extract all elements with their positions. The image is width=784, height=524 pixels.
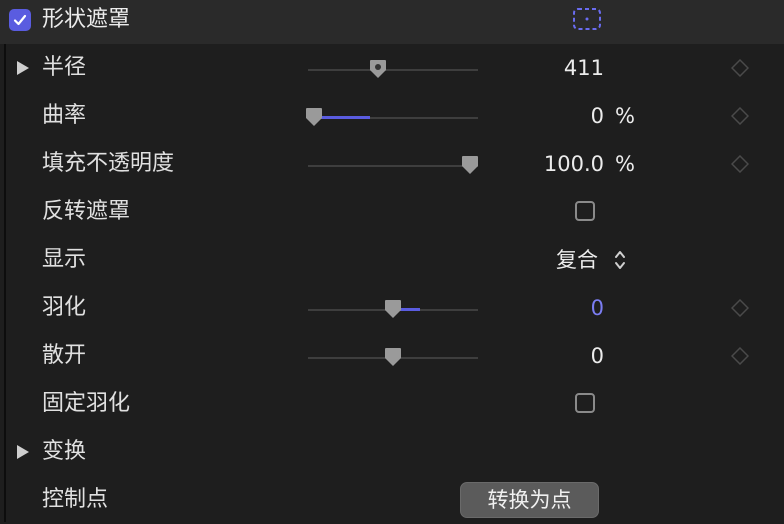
feather-slider-knob[interactable] xyxy=(384,299,402,319)
feather-label: 羽化 xyxy=(42,295,87,320)
falloff-slider-knob[interactable] xyxy=(384,347,402,367)
display-label: 显示 xyxy=(42,247,87,272)
falloff-value[interactable]: 0 xyxy=(591,341,604,371)
keyframe-diamond-icon[interactable] xyxy=(731,299,749,317)
fixed-feather-checkbox[interactable] xyxy=(575,393,595,413)
control-points-label: 控制点 xyxy=(42,487,109,512)
radius-value[interactable]: 411 xyxy=(564,53,604,83)
shape-mask-inspector: 形状遮罩 半径 411 曲率 0 % 填充不透明度 100.0 % 反转遮罩 显… xyxy=(0,0,784,522)
fixed-feather-label: 固定羽化 xyxy=(42,391,131,416)
fill-opacity-row: 填充不透明度 100.0 % xyxy=(0,140,784,188)
fill-opacity-slider-track[interactable] xyxy=(308,165,478,167)
invert-mask-label: 反转遮罩 xyxy=(42,199,131,224)
keyframe-diamond-icon[interactable] xyxy=(731,155,749,173)
keyframe-diamond-icon[interactable] xyxy=(731,59,749,77)
radius-row: 半径 411 xyxy=(0,44,784,92)
curvature-label: 曲率 xyxy=(42,103,87,128)
invert-mask-checkbox[interactable] xyxy=(575,201,595,221)
control-points-row: 控制点 转换为点 xyxy=(0,476,784,524)
section-title: 形状遮罩 xyxy=(42,7,131,32)
radius-slider-knob[interactable] xyxy=(369,59,387,79)
keyframe-diamond-icon[interactable] xyxy=(731,347,749,365)
feather-value[interactable]: 0 xyxy=(591,293,604,323)
fill-opacity-slider-knob[interactable] xyxy=(461,155,479,175)
disclosure-triangle-icon[interactable] xyxy=(16,60,30,76)
curvature-slider-knob[interactable] xyxy=(305,107,323,127)
fixed-feather-row: 固定羽化 xyxy=(0,380,784,428)
radius-slider-track[interactable] xyxy=(308,69,478,71)
section-header: 形状遮罩 xyxy=(0,0,784,44)
fill-opacity-unit: % xyxy=(615,152,635,176)
convert-to-points-button[interactable]: 转换为点 xyxy=(460,482,599,518)
curvature-slider-fill xyxy=(316,116,370,119)
curvature-row: 曲率 0 % xyxy=(0,92,784,140)
falloff-label: 散开 xyxy=(42,343,87,368)
transform-label: 变换 xyxy=(42,439,87,464)
enable-checkbox[interactable] xyxy=(9,9,31,31)
fill-opacity-label: 填充不透明度 xyxy=(42,151,175,176)
display-popup-value[interactable]: 复合 xyxy=(556,245,598,275)
falloff-row: 散开 0 xyxy=(0,332,784,380)
shape-mask-icon[interactable] xyxy=(572,6,602,32)
display-row: 显示 复合 xyxy=(0,236,784,284)
curvature-value[interactable]: 0 xyxy=(591,101,604,131)
transform-row: 变换 xyxy=(0,428,784,476)
keyframe-diamond-icon[interactable] xyxy=(731,107,749,125)
disclosure-triangle-icon[interactable] xyxy=(16,444,30,460)
checkmark-icon xyxy=(13,14,27,26)
radius-label: 半径 xyxy=(42,55,87,80)
invert-mask-row: 反转遮罩 xyxy=(0,188,784,236)
curvature-unit: % xyxy=(615,104,635,128)
fill-opacity-value[interactable]: 100.0 xyxy=(544,149,604,179)
popup-arrows-icon[interactable] xyxy=(613,249,627,271)
feather-row: 羽化 0 xyxy=(0,284,784,332)
